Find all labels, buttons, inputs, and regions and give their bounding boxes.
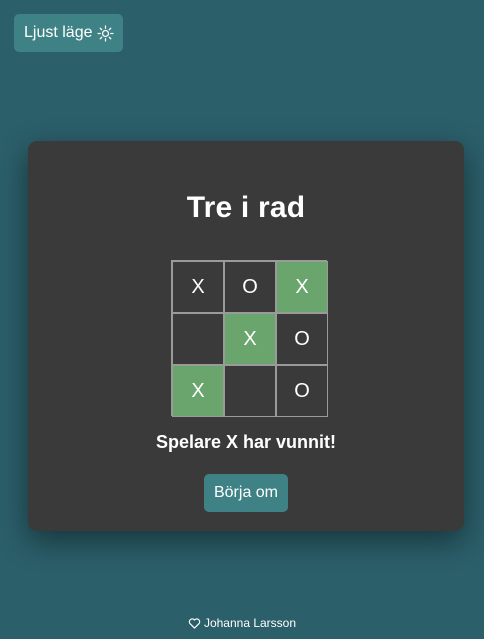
game-title: Tre i rad: [186, 191, 306, 224]
heart-icon: [188, 617, 201, 630]
restart-button[interactable]: Börja om: [204, 474, 288, 512]
board-cell[interactable]: X: [276, 261, 328, 313]
footer: Johanna Larsson: [0, 616, 484, 630]
game-status: Spelare X har vunnit!: [155, 432, 337, 452]
board-cell[interactable]: O: [276, 313, 328, 365]
board-cell[interactable]: O: [276, 365, 328, 417]
sun-icon: [96, 24, 114, 42]
board-cell[interactable]: O: [224, 261, 276, 313]
board-cell[interactable]: [172, 313, 224, 365]
board-cell[interactable]: [224, 365, 276, 417]
theme-toggle-button[interactable]: Ljust läge: [14, 14, 123, 52]
game-board: XOXXOXO: [171, 260, 328, 417]
board-cell[interactable]: X: [224, 313, 276, 365]
footer-author: Johanna Larsson: [203, 616, 297, 630]
game-card: Tre i rad XOXXOXO Spelare X har vunnit! …: [28, 141, 464, 531]
board-cell[interactable]: X: [172, 365, 224, 417]
board-cell[interactable]: X: [172, 261, 224, 313]
page: Ljust läge Tre i rad XOXXOXO Spelare X h…: [0, 0, 484, 639]
theme-toggle-label: Ljust läge: [24, 24, 93, 41]
